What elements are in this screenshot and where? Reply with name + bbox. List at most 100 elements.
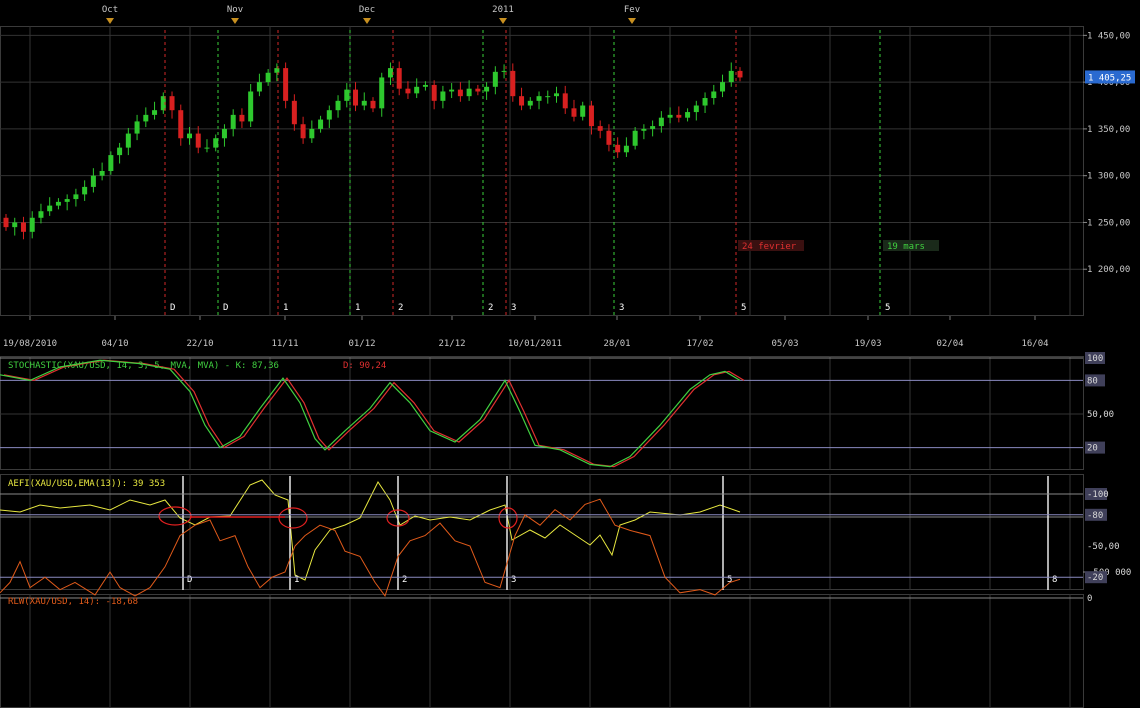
candle-body bbox=[728, 70, 734, 83]
candle-body bbox=[414, 86, 420, 94]
candle-body bbox=[283, 68, 289, 101]
date-label: 16/04 bbox=[1021, 339, 1048, 349]
aefi-panel bbox=[0, 474, 1084, 590]
candle-body bbox=[510, 70, 516, 97]
rlw-title: RLW(XAU/USD, 14): -18,68 bbox=[8, 597, 138, 607]
candle-body bbox=[274, 68, 280, 73]
month-marker-icon bbox=[106, 18, 114, 24]
candle-body bbox=[702, 98, 708, 106]
candle-body bbox=[737, 70, 743, 78]
rlw-line bbox=[0, 498, 741, 597]
candle-body bbox=[344, 89, 350, 101]
candle-body bbox=[693, 105, 699, 113]
stoch-d-value: D: 90,24 bbox=[343, 361, 386, 371]
rlw-tick-label: 0 bbox=[1087, 594, 1092, 604]
stoch-tick-label: 50,00 bbox=[1087, 410, 1114, 420]
cycle-label: 3 bbox=[619, 303, 624, 313]
price-tick-label: 1 300,00 bbox=[1087, 172, 1130, 182]
highlight-circle bbox=[158, 506, 192, 526]
cycle-label: 5 bbox=[885, 303, 890, 313]
highlight-circle bbox=[278, 507, 308, 529]
candle-body bbox=[55, 201, 61, 206]
rlw-tick-label: -20 bbox=[1087, 573, 1103, 583]
candle-body bbox=[440, 91, 446, 101]
candle-body bbox=[3, 217, 9, 228]
candle-body bbox=[387, 68, 393, 78]
candle-body bbox=[248, 91, 254, 122]
candle-body bbox=[318, 119, 324, 129]
rlw-tick-label: -100 bbox=[1087, 490, 1109, 500]
candle-body bbox=[536, 96, 542, 101]
month-label: Oct bbox=[102, 5, 118, 15]
candle-body bbox=[64, 199, 70, 202]
candle-body bbox=[422, 84, 428, 87]
candle-body bbox=[370, 100, 376, 109]
aefi-marker-label: 5 bbox=[727, 575, 732, 585]
date-label: 19/08/2010 bbox=[3, 339, 57, 349]
candle-body bbox=[90, 175, 96, 187]
candle-body bbox=[256, 82, 262, 92]
trading-chart[interactable]: OctNovDec2011Fev1 450,001 400,001 350,00… bbox=[0, 0, 1140, 708]
candle-body bbox=[300, 124, 306, 139]
candle-body bbox=[667, 114, 673, 118]
rlw-tick-label: -50,00 bbox=[1087, 542, 1120, 552]
candle-body bbox=[501, 70, 507, 72]
cycle-label: 2 bbox=[488, 303, 493, 313]
candle-body bbox=[623, 145, 629, 153]
cycle-label: D bbox=[223, 303, 228, 313]
candle-body bbox=[554, 93, 559, 97]
candle-body bbox=[457, 89, 463, 97]
date-label: 19/03 bbox=[854, 339, 881, 349]
month-marker-icon bbox=[231, 18, 239, 24]
candle-body bbox=[187, 133, 192, 139]
price-tick-label: 1 450,00 bbox=[1087, 31, 1130, 41]
candle-body bbox=[632, 130, 638, 146]
cycle-label: 1 bbox=[283, 303, 288, 313]
month-marker-icon bbox=[499, 18, 507, 24]
aefi-title: AEFI(XAU/USD,EMA(13)): 39 353 bbox=[8, 479, 165, 489]
candle-body bbox=[405, 88, 411, 94]
candle-body bbox=[527, 100, 533, 106]
candle-body bbox=[265, 72, 271, 83]
month-marker-icon bbox=[363, 18, 371, 24]
candle-body bbox=[615, 144, 621, 153]
candle-body bbox=[431, 84, 437, 101]
stoch-tick-label: 20 bbox=[1087, 444, 1098, 454]
price-panel bbox=[0, 26, 1084, 316]
stoch-d-line bbox=[3, 359, 745, 468]
candle-body bbox=[484, 86, 490, 92]
candle-body bbox=[326, 110, 332, 120]
candle-body bbox=[379, 77, 385, 109]
candle-body bbox=[178, 110, 184, 139]
candle-body bbox=[20, 222, 26, 232]
candle-body bbox=[12, 222, 18, 228]
candle-body bbox=[73, 194, 79, 200]
month-label: 2011 bbox=[492, 5, 514, 15]
candle-body bbox=[641, 128, 647, 131]
date-label: 21/12 bbox=[438, 339, 465, 349]
candle-body bbox=[29, 217, 35, 232]
candle-body bbox=[396, 68, 402, 89]
candle-body bbox=[108, 155, 114, 171]
candle-body bbox=[47, 205, 53, 212]
candle-body bbox=[711, 91, 717, 99]
aefi-marker-label: 1 bbox=[294, 575, 299, 585]
candle-body bbox=[125, 133, 131, 148]
candle-body bbox=[169, 96, 175, 111]
candle-body bbox=[580, 105, 586, 117]
candle-body bbox=[492, 71, 498, 87]
candle-body bbox=[720, 82, 726, 92]
candle-body bbox=[562, 93, 568, 109]
candle-body bbox=[291, 100, 297, 125]
candle-body bbox=[361, 100, 367, 106]
stoch-k-line bbox=[0, 359, 741, 468]
candle-body bbox=[230, 114, 236, 129]
aefi-marker-label: 8 bbox=[1052, 575, 1057, 585]
rlw-panel bbox=[0, 594, 1084, 708]
date-label: 11/11 bbox=[271, 339, 298, 349]
candle-body bbox=[117, 147, 123, 156]
date-label: 22/10 bbox=[186, 339, 213, 349]
annotation-label: 19 mars bbox=[887, 242, 925, 252]
aefi-marker-label: 2 bbox=[402, 575, 407, 585]
stochastic-panel bbox=[0, 356, 1084, 470]
